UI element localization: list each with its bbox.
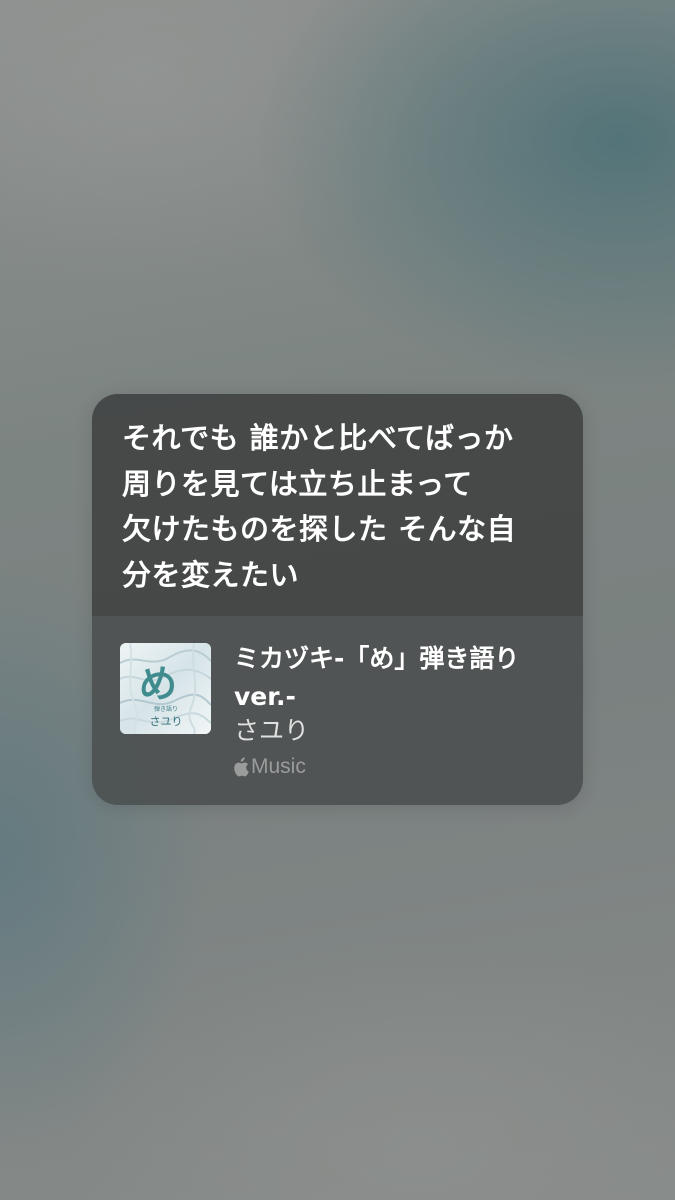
track-info-section[interactable]: め 弾き語り さユり ミカヅキ-「め」弾き語り ver.- さユり Music — [92, 616, 583, 805]
album-artist-text: さユり — [150, 715, 183, 728]
apple-music-badge[interactable]: Music — [232, 754, 306, 780]
album-art-image: め 弾き語り さユり — [120, 643, 211, 734]
lyrics-section: それでも 誰かと比べてばっか 周りを見ては立ち止まって 欠けたものを探した そん… — [92, 394, 583, 616]
album-title-glyph: め — [139, 661, 177, 706]
music-service-label: Music — [251, 755, 306, 778]
apple-logo-icon — [232, 757, 249, 777]
artist-name[interactable]: さユり — [234, 715, 309, 747]
lyrics-text: それでも 誰かと比べてばっか 周りを見ては立ち止まって 欠けたものを探した そん… — [122, 421, 517, 592]
album-art[interactable]: め 弾き語り さユり — [120, 643, 211, 734]
album-subtitle-small: 弾き語り — [154, 705, 178, 713]
lyrics-share-card[interactable]: それでも 誰かと比べてばっか 周りを見ては立ち止まって 欠けたものを探した そん… — [92, 394, 583, 805]
track-title[interactable]: ミカヅキ-「め」弾き語り ver.- — [234, 640, 534, 716]
